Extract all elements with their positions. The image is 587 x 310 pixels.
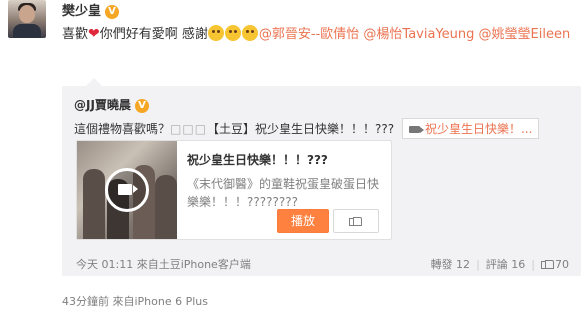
mention-link[interactable]: @姚瑩瑩Eileen xyxy=(479,27,571,42)
post-text-part2: 你們好有愛啊 感謝 xyxy=(99,27,208,42)
repost-stats: 轉發 12 | 評論 16 | 70 xyxy=(430,258,569,271)
video-link-label[interactable]: 祝少皇生日快樂！... xyxy=(425,122,532,136)
repost-author[interactable]: @JJ賈曉晨 V xyxy=(74,96,149,113)
like-count-value[interactable]: 70 xyxy=(555,258,569,271)
emoji-face-icon xyxy=(224,25,241,41)
thumbs-up-icon xyxy=(349,215,362,226)
video-card[interactable]: 祝少皇生日快樂！！！??? 《末代御醫》的童鞋祝蛋皇破蛋日快樂樂！！！?????… xyxy=(76,140,392,240)
repost-caret xyxy=(86,78,102,86)
avatar[interactable] xyxy=(8,0,46,38)
repost-text-tag: 【土豆】祝少皇生日快樂！！！??? xyxy=(207,122,395,136)
forward-count[interactable]: 轉發 12 xyxy=(431,258,471,271)
thumbs-up-icon xyxy=(541,258,554,269)
post-footer[interactable]: 43分鐘前 來自iPhone 6 Plus xyxy=(62,293,208,309)
repost-text-boxes: □□□ xyxy=(170,122,208,136)
repost-meta[interactable]: 今天 01:11 來自土豆iPhone客户端 xyxy=(76,256,251,272)
post-username[interactable]: 樊少皇 V xyxy=(62,0,120,19)
post-text: 喜歡❤你們好有愛啊 感謝 @郭晉安--歐倩怡 @楊怡TaviaYeung @姚瑩瑩… xyxy=(62,24,582,45)
mention-link[interactable]: @郭晉安--歐倩怡 xyxy=(259,27,359,42)
heart-icon: ❤ xyxy=(88,26,100,42)
play-button[interactable]: 播放 xyxy=(277,209,329,233)
play-video-icon[interactable] xyxy=(105,168,149,212)
emoji-face-icon xyxy=(207,25,224,41)
comment-count[interactable]: 評論 16 xyxy=(486,258,526,271)
repost-text-main: 這個禮物喜歡嗎？ xyxy=(74,122,171,136)
mention-link[interactable]: @楊怡TaviaYeung xyxy=(363,27,474,42)
like-count[interactable]: 70 xyxy=(541,258,569,271)
video-card-description: 《末代御醫》的童鞋祝蛋皇破蛋日快樂樂！！！???????? xyxy=(187,177,380,209)
repost-text: 這個禮物喜歡嗎？□□□【土豆】祝少皇生日快樂！！！??? 祝少皇生日快樂！... xyxy=(74,118,540,139)
verified-icon: V xyxy=(105,5,120,19)
video-icon xyxy=(408,126,424,133)
video-card-title[interactable]: 祝少皇生日快樂！！！??? xyxy=(187,151,328,168)
username-text[interactable]: 樊少皇 xyxy=(62,4,101,19)
repost-author-name[interactable]: @JJ賈曉晨 xyxy=(74,98,131,112)
video-link[interactable]: 祝少皇生日快樂！... xyxy=(401,118,540,139)
post-text-part1: 喜歡 xyxy=(62,27,89,42)
card-like-button[interactable] xyxy=(333,209,379,233)
emoji-face-icon xyxy=(241,25,258,41)
video-thumbnail[interactable] xyxy=(77,141,177,239)
verified-icon: V xyxy=(134,99,149,113)
repost-box: @JJ賈曉晨 V 這個禮物喜歡嗎？□□□【土豆】祝少皇生日快樂！！！??? 祝少皇… xyxy=(62,78,581,276)
